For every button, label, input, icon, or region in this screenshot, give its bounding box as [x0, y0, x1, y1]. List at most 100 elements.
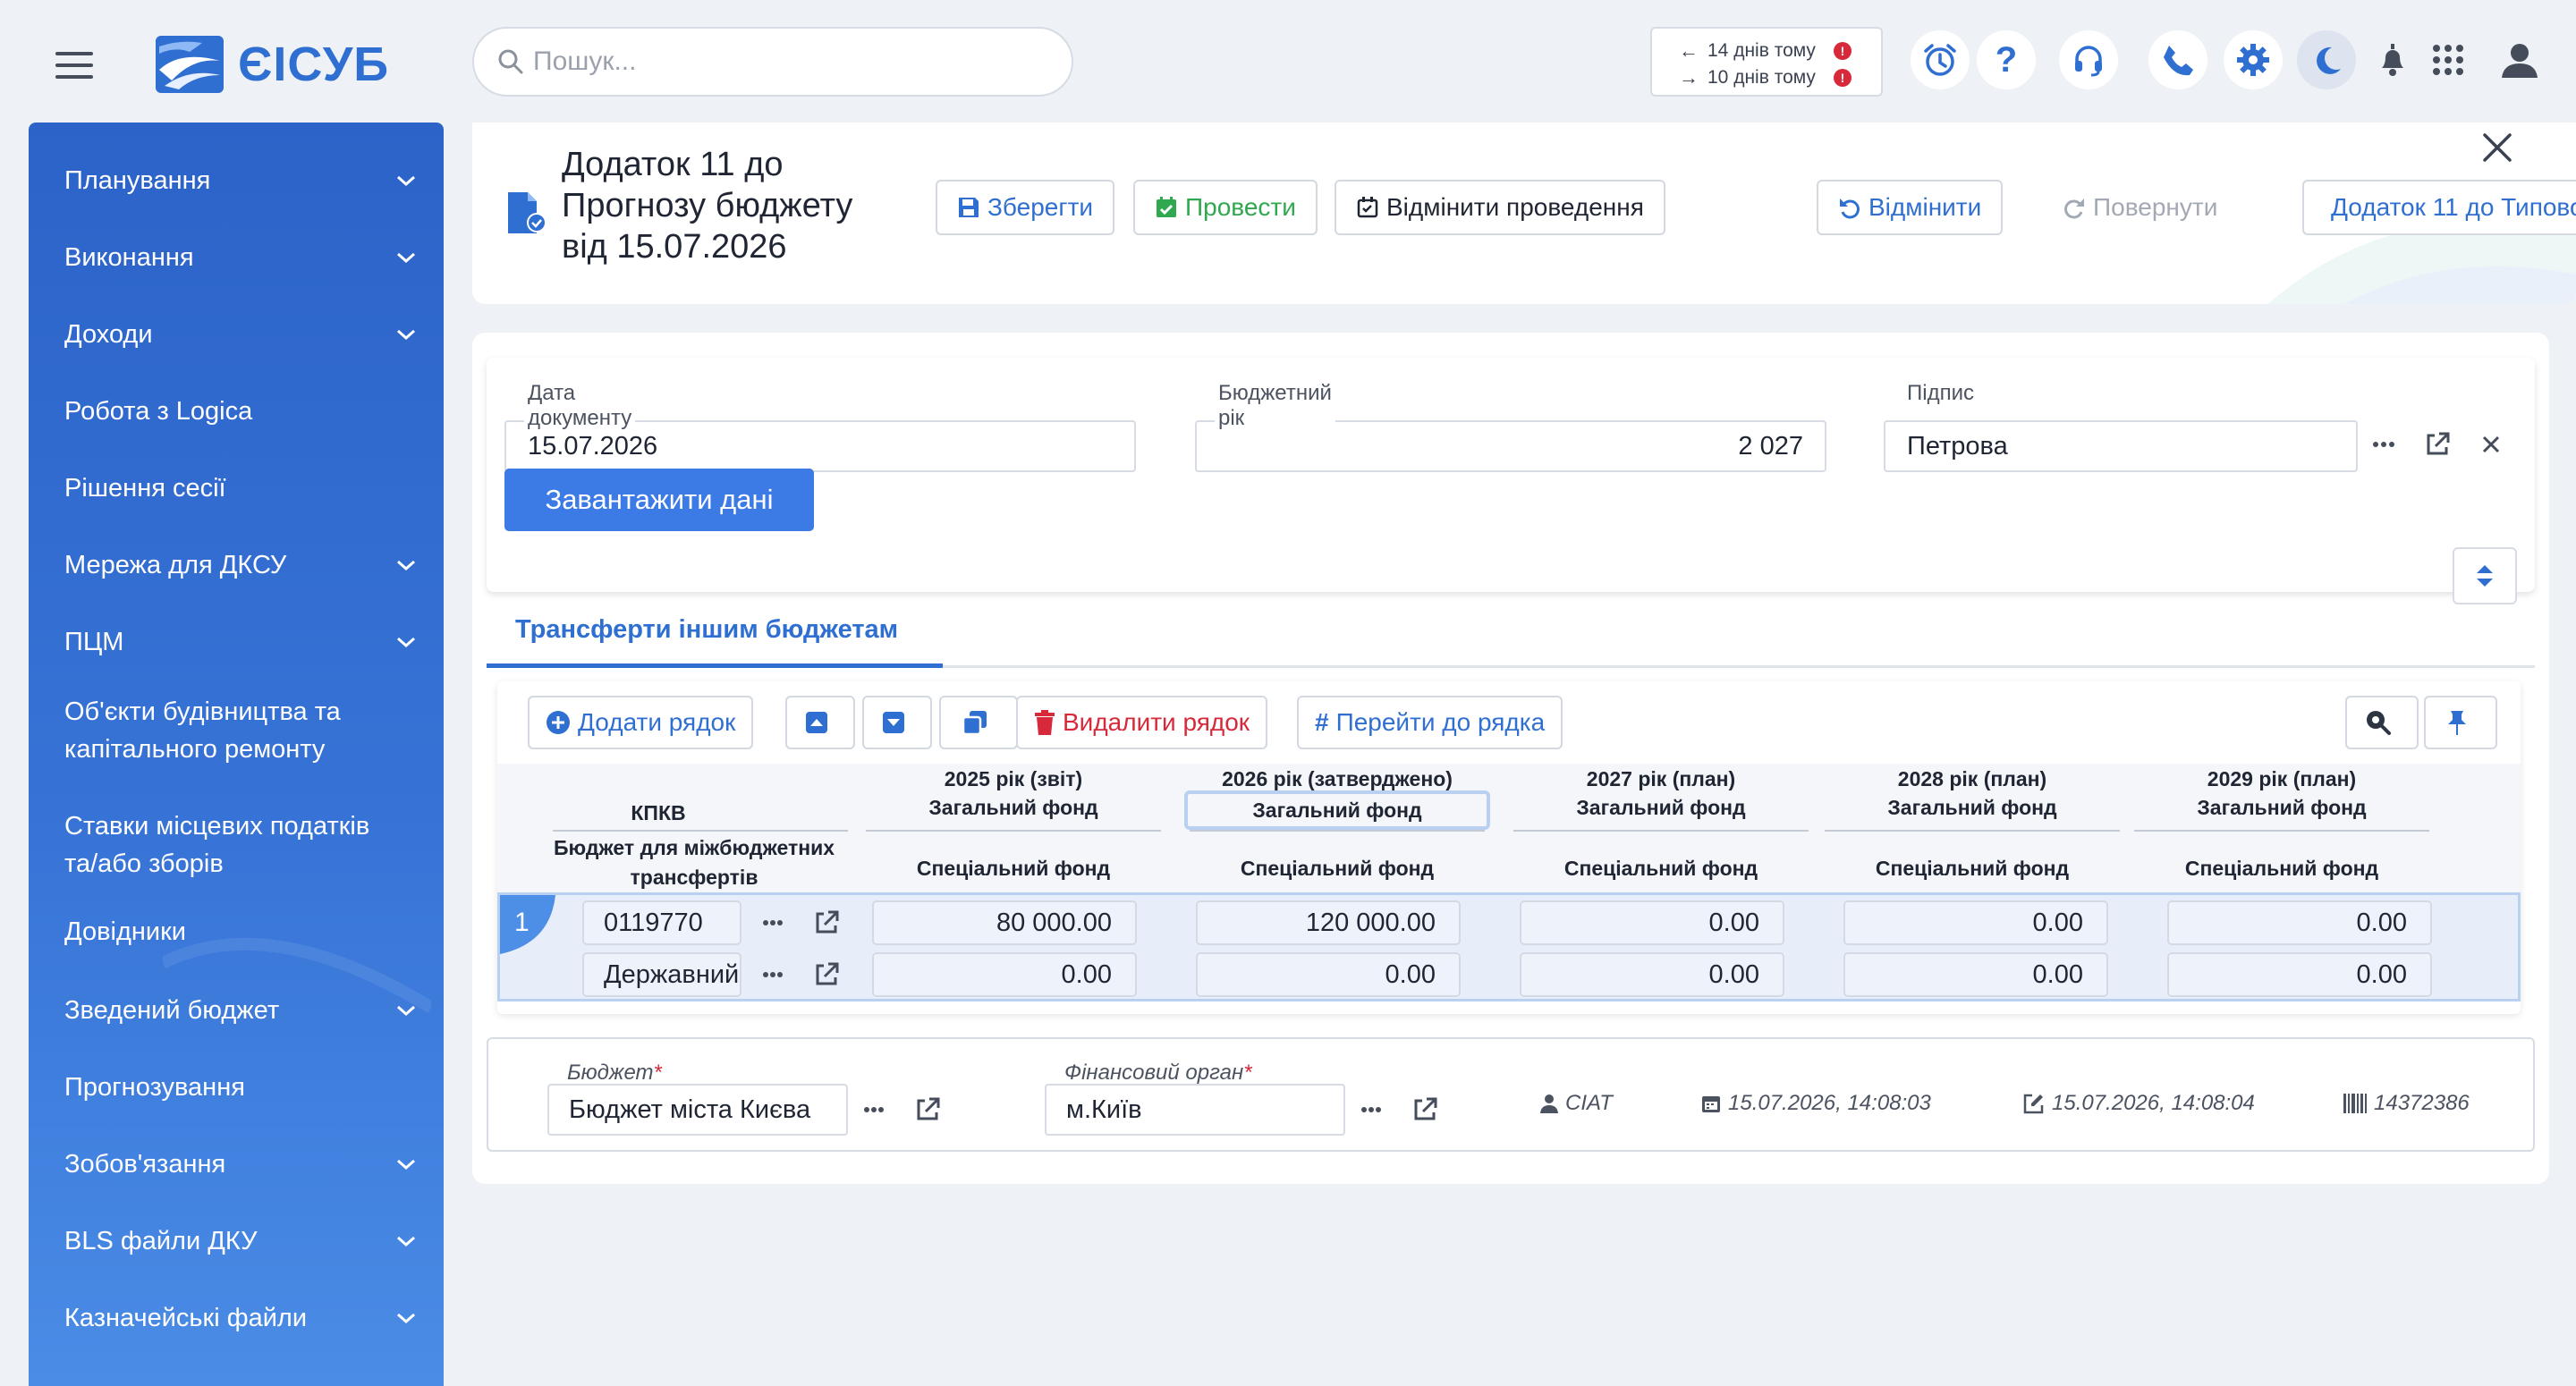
copy-row-button[interactable]: [939, 696, 1018, 749]
phone-icon[interactable]: [2148, 30, 2207, 89]
save-button[interactable]: Зберегти: [936, 180, 1115, 235]
sidebar-item[interactable]: Об'єкти будівництва та капітального ремо…: [64, 693, 417, 768]
budget-footer-more-icon[interactable]: [852, 1086, 896, 1134]
general-fund-cell[interactable]: 0.00: [1520, 900, 1784, 945]
special-fund-cell[interactable]: 0.00: [1520, 952, 1784, 997]
budget-open-external-icon[interactable]: [806, 952, 847, 997]
cancel-button[interactable]: Відмінити: [1817, 180, 2004, 235]
budget-more-icon[interactable]: [752, 952, 793, 997]
help-icon[interactable]: ?: [1977, 30, 2036, 89]
general-fund-header: Загальний фонд: [928, 796, 1098, 819]
hamburger-menu-icon[interactable]: [55, 52, 93, 79]
budget-footer-input[interactable]: Бюджет міста Києва: [547, 1084, 848, 1136]
expand-collapse-icon[interactable]: [2453, 547, 2517, 604]
sidebar-item[interactable]: Ставки місцевих податків та/або зборів: [64, 807, 417, 883]
fin-org-more-icon[interactable]: [1349, 1086, 1394, 1134]
general-fund-cell[interactable]: 0.00: [2167, 900, 2432, 945]
sidebar-item-label: Мережа для ДКСУ: [64, 551, 287, 579]
history-navigation[interactable]: ← 14 днів тому! → 10 днів тому!: [1650, 27, 1883, 97]
search-box[interactable]: [472, 27, 1073, 97]
post-button[interactable]: Провести: [1133, 180, 1318, 235]
year-header: 2026 рік (затверджено): [1222, 767, 1453, 790]
sidebar-item-label: Виконання: [64, 243, 194, 272]
sidebar-item-label: Довідники: [64, 917, 186, 946]
warning-badge: !: [1833, 42, 1852, 60]
apps-grid-icon[interactable]: [2419, 30, 2478, 89]
unpost-label: Відмінити проведення: [1386, 193, 1644, 221]
return-button[interactable]: Повернути: [2041, 180, 2240, 235]
move-down-button[interactable]: [862, 696, 932, 749]
alarm-clock-icon[interactable]: [1911, 30, 1970, 89]
print-form-button[interactable]: Додаток 11 до Типової форми пр: [2302, 180, 2576, 235]
sidebar-item[interactable]: Зведений бюджет: [64, 992, 417, 1029]
sidebar-item-label: Прогнозування: [64, 1073, 245, 1102]
history-back[interactable]: ← 14 днів тому!: [1679, 38, 1881, 64]
sidebar-item[interactable]: Планування: [64, 162, 417, 199]
history-forward[interactable]: → 10 днів тому!: [1679, 64, 1881, 91]
header-underline: [866, 830, 1161, 832]
kpkv-header: КПКВ: [631, 801, 686, 824]
goto-row-button[interactable]: # Перейти до рядка: [1297, 696, 1563, 749]
sidebar-item[interactable]: Казначейські файли: [64, 1299, 417, 1337]
sidebar-item-label: Рішення сесії: [64, 474, 226, 503]
kpkv-open-external-icon[interactable]: [806, 900, 847, 945]
chevron-down-icon: [397, 329, 415, 341]
close-icon[interactable]: [2479, 130, 2515, 165]
sidebar-item[interactable]: Довідники: [64, 913, 417, 951]
sidebar-item[interactable]: Зобов'язання: [64, 1145, 417, 1183]
search-input[interactable]: [533, 46, 1034, 77]
fin-org-open-external-icon[interactable]: [1402, 1086, 1447, 1134]
budget-cell[interactable]: Державний бюджет: [582, 952, 741, 997]
notifications-bell-icon[interactable]: [2363, 30, 2422, 89]
created-timestamp: 15.07.2026, 14:08:03: [1728, 1091, 1931, 1115]
general-fund-cell[interactable]: 120 000.00: [1196, 900, 1461, 945]
budget-footer-open-external-icon[interactable]: [905, 1086, 950, 1134]
kpkv-cell[interactable]: 0119770: [582, 900, 741, 945]
app-logo[interactable]: ЄІСУБ: [154, 34, 389, 95]
sidebar-item[interactable]: Прогнозування: [64, 1069, 417, 1106]
header-underline: [2134, 830, 2429, 832]
search-in-grid-button[interactable]: [2345, 696, 2419, 749]
general-fund-cell[interactable]: 80 000.00: [872, 900, 1137, 945]
general-fund-cell[interactable]: 0.00: [1843, 900, 2108, 945]
special-fund-cell[interactable]: 0.00: [1843, 952, 2108, 997]
sidebar-item[interactable]: ПЦМ: [64, 623, 417, 661]
sidebar-item[interactable]: Робота з Logica: [64, 393, 417, 430]
year-header: 2027 рік (план): [1586, 767, 1736, 790]
signature-open-external-icon[interactable]: [2415, 420, 2460, 469]
add-row-button[interactable]: Додати рядок: [528, 696, 754, 749]
sidebar-item-label: Казначейські файли: [64, 1304, 308, 1332]
special-fund-cell[interactable]: 0.00: [2167, 952, 2432, 997]
document-check-icon: [508, 192, 547, 233]
pin-button[interactable]: [2424, 696, 2497, 749]
sidebar-item[interactable]: BLS файли ДКУ: [64, 1222, 417, 1260]
sidebar-item[interactable]: Виконання: [64, 239, 417, 276]
tab-transfers[interactable]: Трансферти іншим бюджетам: [515, 615, 898, 645]
move-up-button[interactable]: [785, 696, 855, 749]
arrow-left-icon: ←: [1679, 39, 1699, 62]
load-data-button[interactable]: Завантажити дані: [504, 469, 814, 531]
sidebar-item[interactable]: Мережа для ДКСУ: [64, 546, 417, 584]
special-fund-cell[interactable]: 0.00: [1196, 952, 1461, 997]
header-underline: [1190, 830, 1485, 832]
special-fund-cell[interactable]: 0.00: [872, 952, 1137, 997]
signature-more-icon[interactable]: [2361, 420, 2406, 469]
dark-mode-moon-icon[interactable]: [2297, 30, 2356, 89]
sidebar-item[interactable]: Рішення сесії: [64, 469, 417, 507]
user-profile-icon[interactable]: [2490, 30, 2549, 89]
signature-clear-icon[interactable]: [2469, 420, 2513, 469]
sidebar: Планування Виконання Доходи Робота з Logica…: [29, 123, 444, 1386]
signature-input[interactable]: Петрова: [1884, 420, 2358, 472]
sidebar-item-label: Зведений бюджет: [64, 996, 280, 1025]
sidebar-item[interactable]: Доходи: [64, 316, 417, 353]
fin-org-input[interactable]: м.Київ: [1045, 1084, 1345, 1136]
sidebar-item-label: Планування: [64, 166, 211, 195]
budget-footer-label: Бюджет*: [567, 1061, 662, 1085]
support-headset-icon[interactable]: [2059, 30, 2118, 89]
document-body: 15.07.2026 Дата документу 2 027 Бюджетни…: [472, 333, 2549, 1184]
delete-row-button[interactable]: Видалити рядок: [1016, 696, 1268, 749]
settings-gear-icon[interactable]: [2224, 30, 2283, 89]
unpost-button[interactable]: Відмінити проведення: [1335, 180, 1665, 235]
kpkv-more-icon[interactable]: [752, 900, 793, 945]
table-row[interactable]: 1 0119770 Державний бюджет 80 000.00 0.00…: [497, 892, 2521, 1001]
